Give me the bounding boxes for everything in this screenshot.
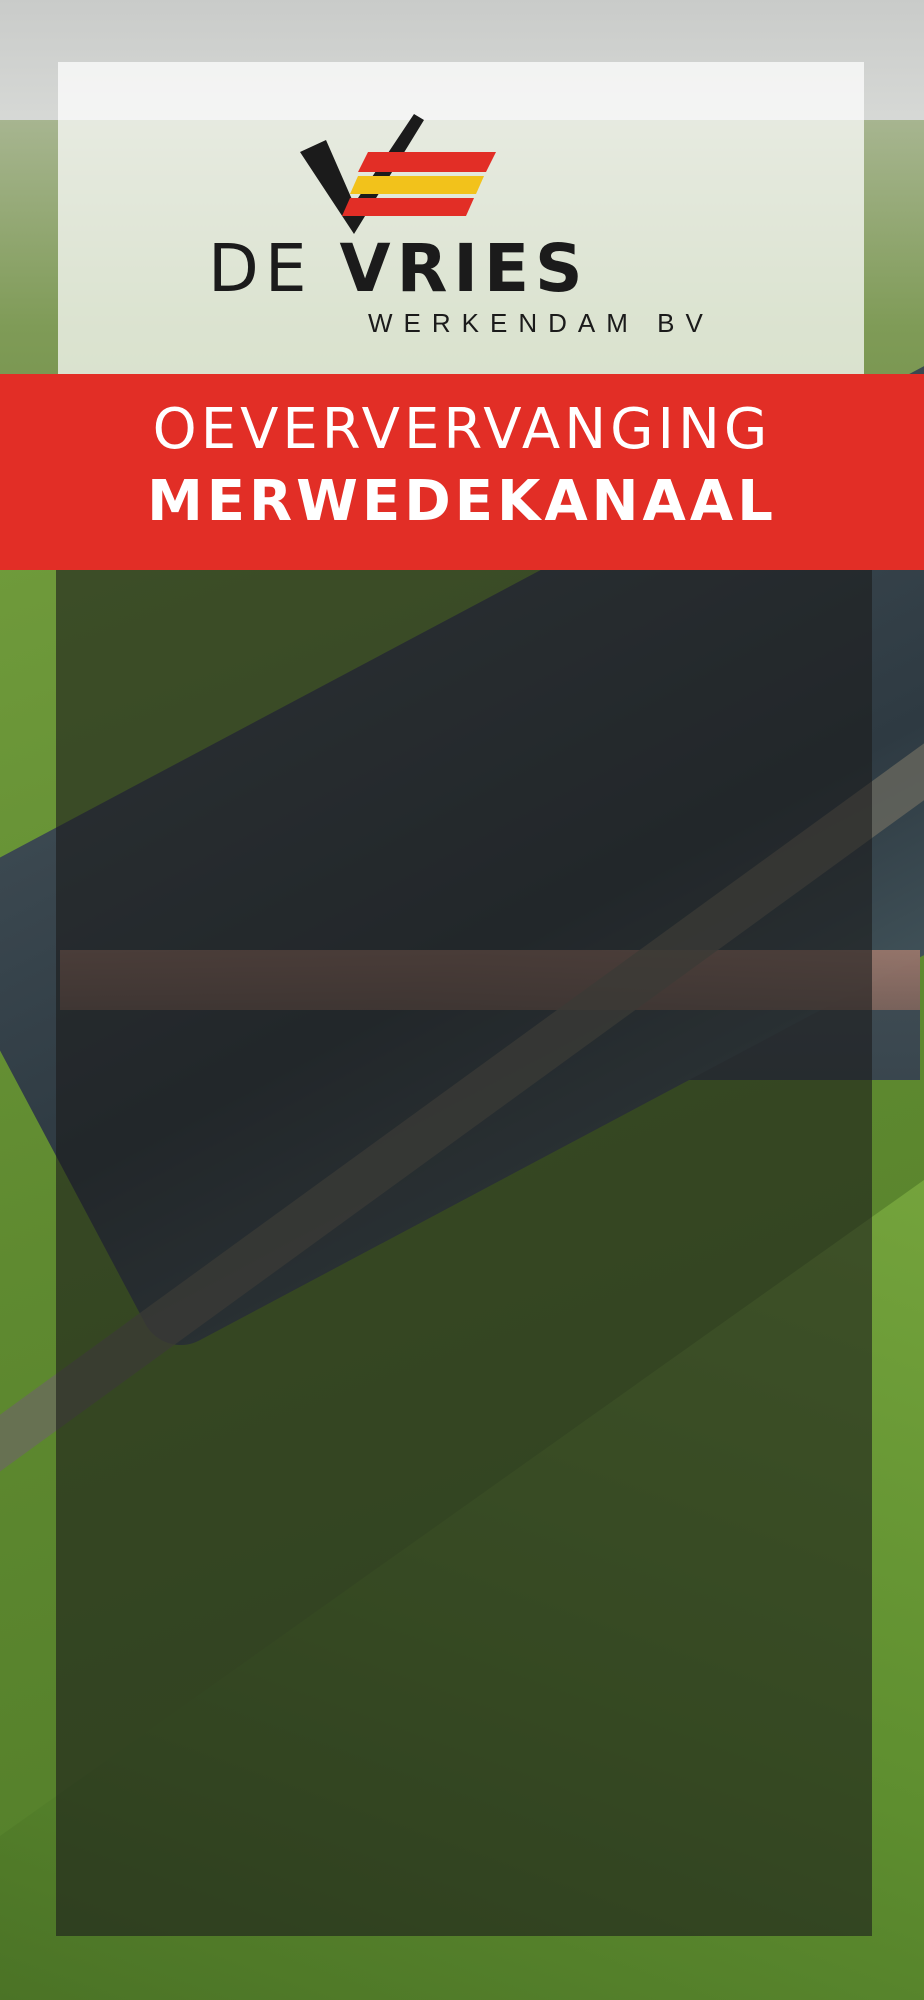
logo-subtitle: WERKENDAM BV [368,308,714,338]
logo-panel: DE VRIES WERKENDAM BV [58,62,864,374]
menu-panel [56,570,872,1936]
banner-title-line1: OEVERVERVANGING [152,397,772,462]
project-title-banner: OEVERVERVANGING MERWEDEKANAAL [0,374,924,570]
banner-title-line2: MERWEDEKANAAL [147,469,777,534]
logo-company-name: DE VRIES [208,230,589,307]
logo-check-icon [300,114,496,234]
menu-item-informatie[interactable] [56,570,296,820]
